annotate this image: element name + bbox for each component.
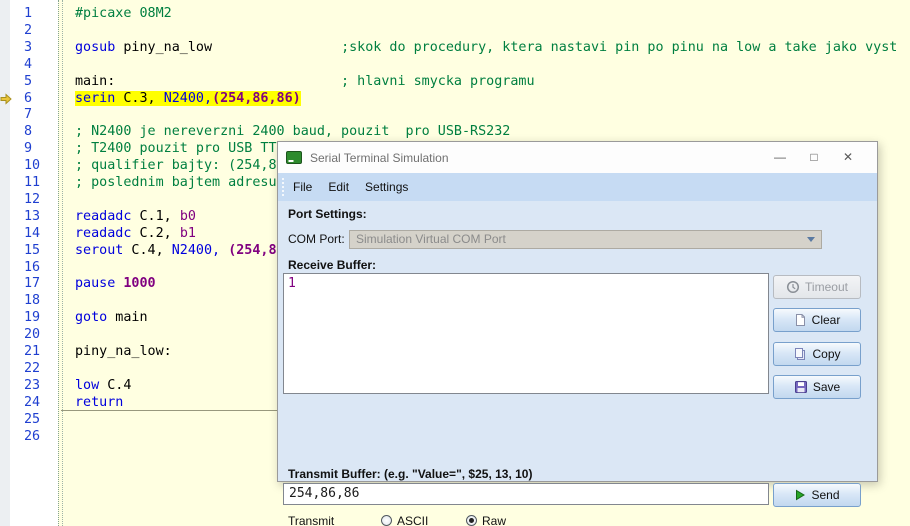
button-label: Save <box>813 380 840 394</box>
menu-item-file[interactable]: File <box>293 173 312 201</box>
line-number: 24 <box>24 395 40 411</box>
line-number: 26 <box>24 429 40 445</box>
minimize-button[interactable]: — <box>763 142 797 173</box>
com-port-select[interactable]: Simulation Virtual COM Port <box>349 230 822 249</box>
terminal-icon <box>286 151 302 164</box>
serial-terminal-dialog: Serial Terminal Simulation —□✕ FileEditS… <box>277 141 878 482</box>
close-button[interactable]: ✕ <box>831 142 865 173</box>
code-line: main: ; hlavni smycka programu <box>75 74 535 90</box>
button-label: Clear <box>812 313 841 327</box>
transmit-buffer-label: Transmit Buffer: (e.g. "Value=", $25, 13… <box>288 467 532 481</box>
line-number: 22 <box>24 361 40 377</box>
code-line: ; qualifier bajty: (254,8 <box>75 158 277 174</box>
copy-button[interactable]: Copy <box>773 342 861 366</box>
line-number: 19 <box>24 310 40 326</box>
line-number: 23 <box>24 378 40 394</box>
button-label: Timeout <box>805 280 848 294</box>
code-line: serin C.3, N2400,(254,86,86) <box>75 91 301 107</box>
document-icon <box>794 313 807 327</box>
line-number: 20 <box>24 327 40 343</box>
clock-icon <box>786 280 800 294</box>
menu-item-settings[interactable]: Settings <box>365 173 408 201</box>
dialog-menubar: File Edit Settings <box>278 173 877 201</box>
maximize-button[interactable]: □ <box>797 142 831 173</box>
radio-label-raw: Raw <box>482 514 506 526</box>
code-line: ; N2400 je nereverzni 2400 baud, pouzit … <box>75 124 510 140</box>
line-number: 2 <box>24 23 32 39</box>
play-icon <box>794 489 806 501</box>
dialog-body: Port Settings: COM Port: Simulation Virt… <box>278 201 877 483</box>
save-icon <box>794 380 808 394</box>
code-line: readadc C.1, b0 <box>75 209 196 225</box>
line-number: 18 <box>24 293 40 309</box>
line-number: 9 <box>24 141 32 157</box>
line-number: 12 <box>24 192 40 208</box>
window-controls: —□✕ <box>763 142 865 173</box>
send-button[interactable]: Send <box>773 483 861 507</box>
chevron-down-icon <box>807 237 815 242</box>
code-line: low C.4 <box>75 378 131 394</box>
menu-items: File Edit Settings <box>293 173 424 201</box>
code-line: ; T2400 pouzit pro USB TT <box>75 141 277 157</box>
code-line: pause 1000 <box>75 276 156 292</box>
line-number: 1 <box>24 6 32 22</box>
line-number: 6 <box>24 91 32 107</box>
code-line: gosub piny_na_low ;skok do procedury, kt… <box>75 40 897 56</box>
code-line: piny_na_low: <box>75 344 172 360</box>
breakpoint-margin <box>0 0 10 526</box>
line-number: 17 <box>24 276 40 292</box>
radio-label-ascii: ASCII <box>397 514 428 526</box>
transmit-mode-label: Transmit Mode: <box>288 514 334 526</box>
line-number: 7 <box>24 107 32 123</box>
port-settings-label: Port Settings: <box>288 207 367 221</box>
line-number: 4 <box>24 57 32 73</box>
com-port-label: COM Port: <box>288 232 345 246</box>
button-label: Copy <box>812 347 840 361</box>
line-number: 3 <box>24 40 32 56</box>
save-button[interactable]: Save <box>773 375 861 399</box>
line-number: 15 <box>24 243 40 259</box>
radio-raw[interactable] <box>466 515 477 526</box>
menu-gripper <box>282 178 287 196</box>
code-line: goto main <box>75 310 148 326</box>
gutter-separator <box>58 0 63 526</box>
line-number: 14 <box>24 226 40 242</box>
line-number: 16 <box>24 260 40 276</box>
send-button-label: Send <box>811 488 839 502</box>
line-number: 21 <box>24 344 40 360</box>
line-number: 25 <box>24 412 40 428</box>
line-number: 11 <box>24 175 40 191</box>
copy-icon <box>793 347 807 361</box>
receive-buffer-textarea[interactable]: 1 <box>283 273 769 394</box>
picaxe-editor-screen: 1234567891011121314151617181920212223242… <box>0 0 910 526</box>
line-number: 10 <box>24 158 40 174</box>
receive-buffer-label: Receive Buffer: <box>288 258 376 272</box>
transmit-buffer-input[interactable]: 254,86,86 <box>283 483 769 505</box>
code-line: return <box>75 395 123 411</box>
com-port-value: Simulation Virtual COM Port <box>356 232 506 246</box>
dialog-title: Serial Terminal Simulation <box>310 151 449 165</box>
menu-item-edit[interactable]: Edit <box>328 173 349 201</box>
line-number: 13 <box>24 209 40 225</box>
code-line: #picaxe 08M2 <box>75 6 172 22</box>
code-line: serout C.4, N2400, (254,8 <box>75 243 277 259</box>
timeout-button[interactable]: Timeout <box>773 275 861 299</box>
line-number: 8 <box>24 124 32 140</box>
line-number-gutter: 1234567891011121314151617181920212223242… <box>10 0 58 526</box>
line-number: 5 <box>24 74 32 90</box>
radio-ascii[interactable] <box>381 515 392 526</box>
clear-button[interactable]: Clear <box>773 308 861 332</box>
dialog-titlebar[interactable]: Serial Terminal Simulation —□✕ <box>278 142 877 173</box>
code-line: readadc C.2, b1 <box>75 226 196 242</box>
end-of-program-separator <box>61 410 277 411</box>
current-line-arrow-icon <box>0 93 12 105</box>
code-line: ; poslednim bajtem adresu <box>75 175 277 191</box>
